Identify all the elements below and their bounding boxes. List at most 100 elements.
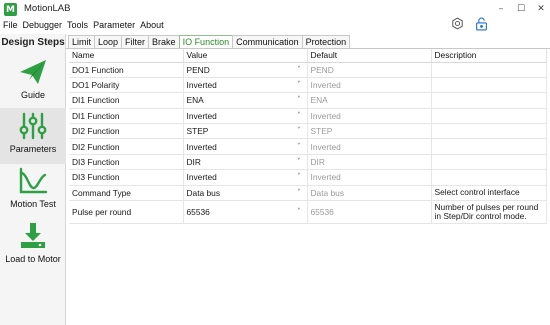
table-row[interactable]: DI1 Function ENA ˅ ENA xyxy=(69,92,547,109)
table-row[interactable]: DO1 Polarity Inverted ˅ Inverted xyxy=(69,77,547,94)
chevron-down-icon[interactable]: ˅ xyxy=(297,158,301,166)
column-header-value[interactable]: Value xyxy=(183,49,308,63)
param-name-cell: DI3 Function xyxy=(69,154,184,171)
chevron-down-icon[interactable]: ˅ xyxy=(297,111,301,119)
param-description-cell xyxy=(431,138,547,155)
param-description-cell: Select control interface xyxy=(431,185,547,202)
step-motion-test-label: Motion Test xyxy=(10,199,56,209)
param-name-cell: DI2 Function xyxy=(69,138,184,155)
menu-parameter[interactable]: Parameter xyxy=(91,20,137,30)
param-value-dropdown[interactable]: Inverted ˅ xyxy=(183,77,308,94)
param-value-dropdown[interactable]: Inverted ˅ xyxy=(183,169,308,186)
download-icon xyxy=(18,222,48,250)
chevron-down-icon[interactable]: ˅ xyxy=(297,208,301,216)
tab-loop[interactable]: Loop xyxy=(94,35,123,48)
param-default-cell: Inverted xyxy=(307,169,432,186)
param-value-dropdown[interactable]: Data bus ˅ xyxy=(183,185,308,202)
step-load-to-motor[interactable]: Load to Motor xyxy=(0,218,66,274)
param-name-cell: DO1 Function xyxy=(69,62,184,78)
table-row[interactable]: DI1 Function Inverted ˅ Inverted xyxy=(69,108,547,125)
chevron-down-icon[interactable]: ˅ xyxy=(297,65,301,73)
column-header-name[interactable]: Name xyxy=(69,49,184,63)
param-name-cell: DI2 Function xyxy=(69,123,184,140)
param-value-dropdown[interactable]: DIR ˅ xyxy=(183,154,308,171)
unlock-icon[interactable] xyxy=(475,17,488,31)
param-name-cell: DI1 Function xyxy=(69,108,184,125)
table-row[interactable]: Pulse per round 65536 ˅ 65536 Number of puls… xyxy=(69,200,547,225)
menu-debugger[interactable]: Debugger xyxy=(21,20,65,30)
step-load-to-motor-label: Load to Motor xyxy=(5,254,61,264)
param-value-text: Inverted xyxy=(186,80,217,91)
tab-io-function[interactable]: IO Function xyxy=(178,35,234,48)
column-header-description[interactable]: Description xyxy=(431,49,547,63)
param-value-text: Inverted xyxy=(186,172,217,183)
sliders-icon xyxy=(18,112,48,140)
param-description-cell xyxy=(431,62,547,78)
tab-filter[interactable]: Filter xyxy=(121,35,150,48)
param-default-cell: STEP xyxy=(307,123,432,140)
param-description-cell xyxy=(431,108,547,125)
chevron-down-icon[interactable]: ˅ xyxy=(297,188,301,196)
param-value-text: Inverted xyxy=(186,141,217,152)
param-value-dropdown[interactable]: 65536 ˅ xyxy=(183,200,308,225)
param-value-text: ENA xyxy=(186,95,204,106)
column-header-default[interactable]: Default xyxy=(307,49,432,63)
param-value-text: 65536 xyxy=(186,207,210,218)
step-parameters[interactable]: Parameters xyxy=(0,108,66,164)
close-button[interactable]: ✕ xyxy=(534,2,548,16)
chevron-down-icon[interactable]: ˅ xyxy=(297,173,301,181)
tab-communication[interactable]: Communication xyxy=(232,35,303,48)
chevron-down-icon[interactable]: ˅ xyxy=(297,96,301,104)
param-default-cell: Inverted xyxy=(307,138,432,155)
param-value-text: Inverted xyxy=(186,110,217,121)
tab-protection[interactable]: Protection xyxy=(301,35,351,48)
parameter-tabs: Limit Loop Filter Brake IO Function Comm… xyxy=(68,35,351,48)
table-row[interactable]: DI2 Function Inverted ˅ Inverted xyxy=(69,138,547,155)
sidebar-title: Design Steps xyxy=(1,37,65,48)
param-default-cell: Inverted xyxy=(307,108,432,125)
param-description-cell: Number of pulses per round in Step/Dir c… xyxy=(431,200,547,225)
param-name-cell: Pulse per round xyxy=(69,200,184,225)
table-row[interactable]: DI2 Function STEP ˅ STEP xyxy=(69,123,547,140)
table-row[interactable]: DI3 Function Inverted ˅ Inverted xyxy=(69,169,547,186)
chevron-down-icon[interactable]: ˅ xyxy=(297,142,301,150)
paper-plane-icon xyxy=(18,58,48,86)
param-name-cell: DI1 Function xyxy=(69,92,184,109)
param-value-text: STEP xyxy=(186,126,209,137)
maximize-button[interactable]: ☐ xyxy=(514,2,528,16)
chevron-down-icon[interactable]: ˅ xyxy=(297,81,301,89)
param-default-cell: ENA xyxy=(307,92,432,109)
gear-icon[interactable] xyxy=(451,17,464,30)
param-value-text: Data bus xyxy=(186,187,221,198)
step-guide[interactable]: Guide xyxy=(0,54,66,110)
table-row[interactable]: DO1 Function PEND ˅ PEND xyxy=(69,62,547,78)
param-name-cell: Command Type xyxy=(69,185,184,202)
app-logo-icon: M xyxy=(4,3,17,16)
chevron-down-icon[interactable]: ˅ xyxy=(297,127,301,135)
menu-about[interactable]: About xyxy=(138,20,166,30)
menu-bar: File Debugger Tools Parameter About xyxy=(0,18,166,32)
param-value-text: DIR xyxy=(186,157,201,168)
table-row[interactable]: DI3 Function DIR ˅ DIR xyxy=(69,154,547,171)
title-bar: M MotionLAB – ☐ ✕ xyxy=(0,0,550,18)
step-parameters-label: Parameters xyxy=(9,144,57,154)
param-value-dropdown[interactable]: PEND ˅ xyxy=(183,62,308,78)
app-title: MotionLAB xyxy=(24,3,71,14)
menu-tools[interactable]: Tools xyxy=(65,20,90,30)
param-description-cell xyxy=(431,123,547,140)
param-default-cell: Data bus xyxy=(307,185,432,202)
menu-file[interactable]: File xyxy=(1,20,20,30)
param-default-cell: 65536 xyxy=(307,200,432,225)
param-value-dropdown[interactable]: Inverted ˅ xyxy=(183,108,308,125)
table-row[interactable]: Command Type Data bus ˅ Data bus Select cont… xyxy=(69,185,547,202)
step-motion-test[interactable]: Motion Test xyxy=(0,163,66,219)
param-value-text: PEND xyxy=(186,64,210,75)
param-default-cell: PEND xyxy=(307,62,432,78)
tab-limit[interactable]: Limit xyxy=(68,35,96,48)
param-value-dropdown[interactable]: ENA ˅ xyxy=(183,92,308,109)
tab-brake[interactable]: Brake xyxy=(148,35,180,48)
param-value-dropdown[interactable]: Inverted ˅ xyxy=(183,138,308,155)
param-value-dropdown[interactable]: STEP ˅ xyxy=(183,123,308,140)
minimize-button[interactable]: – xyxy=(494,2,508,16)
param-name-cell: DO1 Polarity xyxy=(69,77,184,94)
